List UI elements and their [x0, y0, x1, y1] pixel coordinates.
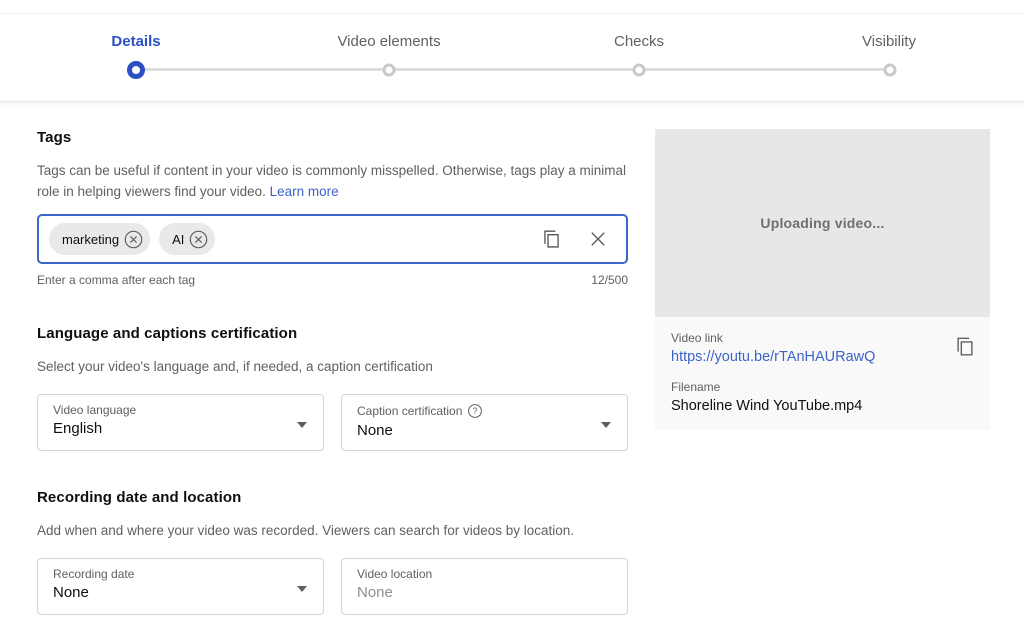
- tag-chip: AI: [159, 223, 215, 255]
- remove-tag-icon[interactable]: [189, 230, 208, 249]
- copy-icon: [541, 228, 562, 251]
- copy-tags-button[interactable]: [541, 228, 562, 251]
- details-form: Tags Tags can be useful if content in yo…: [37, 129, 628, 615]
- help-icon[interactable]: ?: [467, 403, 483, 419]
- language-description: Select your video's language and, if nee…: [37, 356, 628, 377]
- stepper-track: [136, 68, 890, 71]
- copy-link-button[interactable]: [954, 335, 976, 359]
- tags-helper-text: Enter a comma after each tag: [37, 273, 195, 287]
- recording-date-value: None: [53, 584, 309, 601]
- clear-tags-button[interactable]: [588, 229, 608, 249]
- details-step-content: Tags Tags can be useful if content in yo…: [37, 129, 990, 615]
- upload-status-text: Uploading video...: [760, 215, 884, 231]
- tags-box-actions: [541, 228, 608, 251]
- video-location-label: Video location: [357, 567, 613, 581]
- step-video-elements[interactable]: Video elements: [337, 33, 440, 50]
- tag-chip-label: AI: [172, 232, 184, 247]
- recording-description: Add when and where your video was record…: [37, 520, 628, 541]
- tag-chip-label: marketing: [62, 232, 119, 247]
- chevron-down-icon: [297, 422, 307, 428]
- tags-input[interactable]: marketing AI: [37, 214, 628, 264]
- video-link-group: Video link https://youtu.be/rTAnHAURawQ: [671, 331, 974, 365]
- step-dot-details[interactable]: [127, 61, 145, 79]
- tags-description: Tags can be useful if content in your vi…: [37, 160, 628, 202]
- caption-certification-value: None: [357, 422, 613, 439]
- language-heading: Language and captions certification: [37, 325, 628, 342]
- step-checks[interactable]: Checks: [614, 33, 664, 50]
- copy-icon: [954, 335, 976, 359]
- step-dot-video-elements[interactable]: [383, 63, 396, 76]
- caption-certification-label: Caption certification: [357, 404, 462, 418]
- step-details[interactable]: Details: [111, 33, 160, 50]
- tag-chip-list: marketing AI: [49, 223, 541, 255]
- video-language-label: Video language: [53, 403, 309, 417]
- chevron-down-icon: [601, 422, 611, 428]
- learn-more-link[interactable]: Learn more: [270, 184, 339, 199]
- tags-heading: Tags: [37, 129, 628, 146]
- upload-stepper: Details Video elements Checks Visibility: [0, 14, 1024, 102]
- video-language-value: English: [53, 420, 309, 437]
- filename-label: Filename: [671, 380, 974, 394]
- video-language-select[interactable]: Video language English: [37, 394, 324, 451]
- caption-certification-select[interactable]: Caption certification ? None: [341, 394, 628, 451]
- video-preview: Uploading video...: [655, 129, 990, 317]
- video-info-panel: Video link https://youtu.be/rTAnHAURawQ …: [655, 317, 990, 430]
- video-location-field[interactable]: Video location None: [341, 558, 628, 615]
- remove-tag-icon[interactable]: [124, 230, 143, 249]
- tag-chip: marketing: [49, 223, 150, 255]
- recording-heading: Recording date and location: [37, 489, 628, 506]
- svg-text:?: ?: [473, 406, 478, 416]
- tags-helper-row: Enter a comma after each tag 12/500: [37, 273, 628, 287]
- step-dot-checks[interactable]: [633, 63, 646, 76]
- chevron-down-icon: [297, 586, 307, 592]
- filename-value: Shoreline Wind YouTube.mp4: [671, 398, 974, 414]
- video-link-url[interactable]: https://youtu.be/rTAnHAURawQ: [671, 349, 974, 365]
- upload-status-panel: Uploading video... Video link https://yo…: [655, 129, 990, 615]
- step-dot-visibility[interactable]: [884, 63, 897, 76]
- recording-date-select[interactable]: Recording date None: [37, 558, 324, 615]
- video-link-label: Video link: [671, 331, 974, 345]
- filename-group: Filename Shoreline Wind YouTube.mp4: [671, 380, 974, 414]
- video-location-value: None: [357, 584, 613, 601]
- recording-date-label: Recording date: [53, 567, 309, 581]
- char-counter: 12/500: [591, 273, 628, 287]
- close-icon: [588, 229, 608, 249]
- step-visibility[interactable]: Visibility: [862, 33, 916, 50]
